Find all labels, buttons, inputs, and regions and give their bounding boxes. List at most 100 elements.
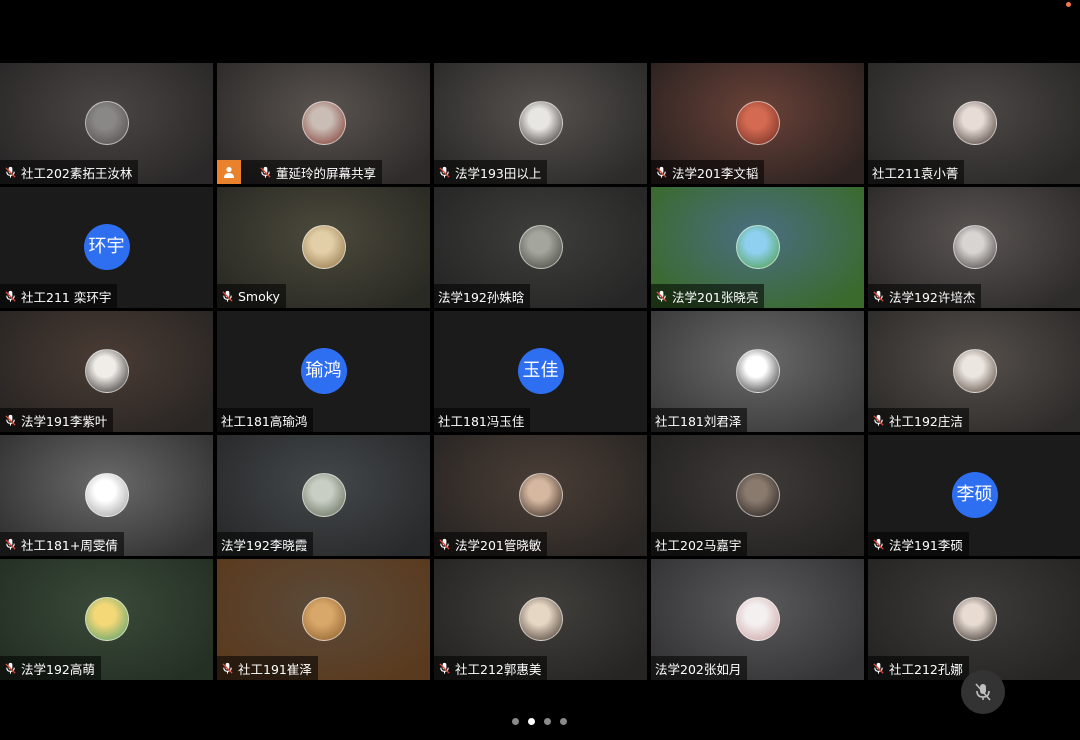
mic-muted-icon xyxy=(873,662,884,674)
participant-name-tag: 社工181+周雯倩 xyxy=(0,532,124,556)
initials-avatar: 瑜鸿 xyxy=(300,348,347,394)
participant-tile[interactable]: 李硕 法学191李硕 xyxy=(868,435,1080,556)
participant-name: 社工212孔娜 xyxy=(889,661,963,677)
participant-name-tag: 社工211袁小菁 xyxy=(868,160,965,184)
participant-tile[interactable]: 社工191崔泽 xyxy=(217,559,430,680)
participant-name-tag: 社工211 栾环宇 xyxy=(0,284,118,308)
participant-tile[interactable]: 法学192李晓霞 xyxy=(217,435,430,556)
participant-name: 法学201张晓亮 xyxy=(672,289,759,305)
recording-indicator-dot xyxy=(1066,2,1071,7)
initials-avatar: 环宇 xyxy=(83,224,130,270)
participant-tile[interactable]: 法学202张如月 xyxy=(651,559,864,680)
participant-tile[interactable]: 法学201管晓敏 xyxy=(434,435,647,556)
sheep-photo-avatar xyxy=(735,597,780,641)
boy-photo-avatar xyxy=(952,349,997,393)
participant-tile[interactable]: 社工212郭惠美 xyxy=(434,559,647,680)
page-dot[interactable] xyxy=(560,718,567,725)
video-grid: 社工202素拓王汝林 董延玲的屏幕共享 法学193田以上 法学201李文韬 社工211袁… xyxy=(0,63,1080,680)
portrait-photo-avatar xyxy=(952,225,997,269)
participant-tile[interactable]: 社工212孔娜 xyxy=(868,559,1080,680)
participant-tile[interactable]: 社工181+周雯倩 xyxy=(0,435,213,556)
participant-name: 法学192孙姝晗 xyxy=(438,289,525,305)
mic-muted-icon xyxy=(222,290,233,302)
participant-name: 社工181刘君泽 xyxy=(655,413,742,429)
participant-name-tag: 法学202张如月 xyxy=(651,656,748,680)
mic-muted-icon xyxy=(873,290,884,302)
mic-muted-icon xyxy=(5,166,16,178)
cat-photo-avatar xyxy=(84,101,129,145)
participant-tile[interactable]: 法学193田以上 xyxy=(434,63,647,184)
participant-name-tag: 社工212孔娜 xyxy=(868,656,969,680)
participant-name: 法学202张如月 xyxy=(655,661,742,677)
participant-tile[interactable]: 瑜鸿社工181高瑜鸿 xyxy=(217,311,430,432)
mic-muted-icon xyxy=(873,538,884,550)
participant-name-tag: Smoky xyxy=(217,284,286,308)
food-photo-avatar xyxy=(735,101,780,145)
participant-name: 社工191崔泽 xyxy=(238,661,312,677)
participant-name: 法学193田以上 xyxy=(455,165,542,181)
participant-name: 法学191李紫叶 xyxy=(21,413,108,429)
sunglasses-photo-avatar xyxy=(735,473,780,517)
participant-name: 社工181冯玉佳 xyxy=(438,413,525,429)
participant-name-tag: 法学191李紫叶 xyxy=(0,408,114,432)
person-photo-avatar xyxy=(518,101,563,145)
participant-name-tag: 社工181刘君泽 xyxy=(651,408,748,432)
participant-tile[interactable]: 法学192孙姝晗 xyxy=(434,187,647,308)
participant-tile[interactable]: 社工202马嘉宇 xyxy=(651,435,864,556)
participant-tile[interactable]: 社工181刘君泽 xyxy=(651,311,864,432)
participant-name-tag: 法学192李晓霞 xyxy=(217,532,314,556)
participant-tile[interactable]: 社工192庄洁 xyxy=(868,311,1080,432)
participant-tile[interactable]: 环宇社工211 栾环宇 xyxy=(0,187,213,308)
participant-tile[interactable]: 法学201张晓亮 xyxy=(651,187,864,308)
participant-tile[interactable]: 社工202素拓王汝林 xyxy=(0,63,213,184)
participant-name-tag: 董延玲的屏幕共享 xyxy=(217,160,383,184)
participant-name: 社工211袁小菁 xyxy=(872,165,959,181)
page-indicator xyxy=(512,718,567,725)
mic-muted-icon xyxy=(260,166,271,178)
participant-name-tag: 法学201李文韬 xyxy=(651,160,765,184)
participant-name-tag: 社工212郭惠美 xyxy=(434,656,548,680)
participant-tile[interactable]: 董延玲的屏幕共享 xyxy=(217,63,430,184)
participant-tile[interactable]: 法学201李文韬 xyxy=(651,63,864,184)
sketch-girl-avatar xyxy=(84,473,129,517)
participant-name-tag: 社工192庄洁 xyxy=(868,408,969,432)
page-dot[interactable] xyxy=(528,718,535,725)
mic-muted-icon xyxy=(5,662,16,674)
participant-name: 社工181高瑜鸿 xyxy=(221,413,308,429)
mic-muted-icon xyxy=(439,662,450,674)
page-dot[interactable] xyxy=(512,718,519,725)
participant-name-tag: 法学192许培杰 xyxy=(868,284,982,308)
participant-tile[interactable]: 法学192高萌 xyxy=(0,559,213,680)
participant-name: 社工192庄洁 xyxy=(889,413,963,429)
participant-tile[interactable]: Smoky xyxy=(217,187,430,308)
participant-name-tag: 社工181冯玉佳 xyxy=(434,408,531,432)
mic-muted-icon xyxy=(873,414,884,426)
mute-toggle-button[interactable] xyxy=(961,670,1005,714)
tree-photo-avatar xyxy=(518,225,563,269)
participant-name-tag: 社工181高瑜鸿 xyxy=(217,408,314,432)
participant-tile[interactable]: 法学191李紫叶 xyxy=(0,311,213,432)
anime-girl-avatar xyxy=(84,597,129,641)
participant-name: 社工181+周雯倩 xyxy=(21,537,118,553)
participant-name: 社工212郭惠美 xyxy=(455,661,542,677)
monkey-photo-avatar xyxy=(301,597,346,641)
participant-tile[interactable]: 玉佳 社工181冯玉佳 xyxy=(434,311,647,432)
dog-photo-avatar xyxy=(301,225,346,269)
participant-tile[interactable]: 法学192许培杰 xyxy=(868,187,1080,308)
mic-muted-icon xyxy=(5,538,16,550)
girl-photo-avatar xyxy=(84,349,129,393)
participant-name: 社工202马嘉宇 xyxy=(655,537,742,553)
participant-name: 法学192李晓霞 xyxy=(221,537,308,553)
cartoon-cat-avatar xyxy=(735,349,780,393)
page-dot[interactable] xyxy=(544,718,551,725)
participant-name-tag: 法学201管晓敏 xyxy=(434,532,548,556)
mic-muted-icon xyxy=(222,662,233,674)
woman-photo-avatar xyxy=(518,473,563,517)
participant-tile[interactable]: 社工211袁小菁 xyxy=(868,63,1080,184)
participant-name: 社工211 栾环宇 xyxy=(21,289,112,305)
mic-muted-icon xyxy=(656,290,667,302)
participant-name-tag: 社工202素拓王汝林 xyxy=(0,160,139,184)
girl2-photo-avatar xyxy=(952,597,997,641)
leaves-photo-avatar xyxy=(301,473,346,517)
participant-name-tag: 法学191李硕 xyxy=(868,532,969,556)
